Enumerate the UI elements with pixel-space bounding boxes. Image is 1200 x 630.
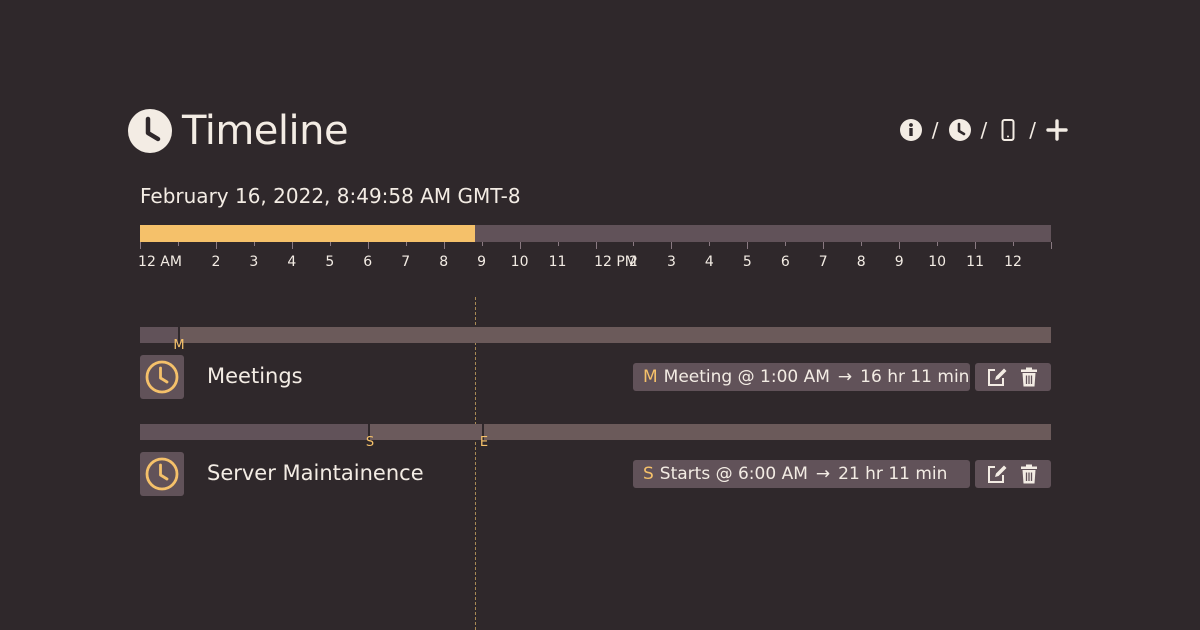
event-summary-letter: S <box>643 464 654 484</box>
hour-tick <box>215 242 217 249</box>
event-timeline-bar <box>140 327 1051 349</box>
hour-tick <box>405 242 407 246</box>
hour-label: 4 <box>704 254 714 270</box>
hour-label: 12 <box>1004 254 1022 270</box>
phone-icon[interactable] <box>997 119 1019 141</box>
toolbar-separator: / <box>1029 118 1036 142</box>
hour-tick <box>937 242 939 246</box>
hour-label: 12 AM <box>138 254 182 270</box>
hour-label: 11 <box>548 254 567 270</box>
event-marker-label: M <box>173 338 185 353</box>
clock-icon <box>145 457 179 491</box>
hour-label: 6 <box>780 254 790 270</box>
clock-icon[interactable] <box>948 119 971 141</box>
hour-tick <box>367 242 369 249</box>
hour-tick <box>1051 242 1052 249</box>
event-summary[interactable]: M Meeting @ 1:00 AM → 16 hr 11 min <box>633 363 970 391</box>
edit-icon[interactable] <box>986 463 1008 485</box>
clock-icon <box>128 109 172 153</box>
event-marker-label: S <box>365 435 375 450</box>
event-active-segment <box>369 424 483 440</box>
hour-label: 6 <box>363 254 373 270</box>
event-duration: 16 hr 11 min <box>860 367 970 387</box>
hour-label: 10 <box>510 254 529 270</box>
event-name: Meetings <box>207 364 303 388</box>
arrow-right-icon: → <box>815 464 831 484</box>
hour-label: 10 <box>928 254 947 270</box>
hour-tick <box>291 242 293 249</box>
event-actions <box>975 363 1051 391</box>
hour-tick <box>861 242 863 246</box>
hour-label: 11 <box>966 254 984 270</box>
hour-tick <box>140 242 141 249</box>
hour-tick <box>899 242 901 249</box>
hour-label: 8 <box>439 254 449 270</box>
toolbar-separator: / <box>980 118 988 142</box>
toolbar: / / / <box>899 118 1068 142</box>
hour-tick <box>253 242 255 246</box>
hour-tick <box>1013 242 1015 246</box>
event-icon <box>140 355 184 399</box>
event-actions <box>975 460 1051 488</box>
plus-icon[interactable] <box>1046 119 1068 141</box>
page-title: Timeline <box>182 108 349 154</box>
hour-tick <box>481 242 483 246</box>
hour-tick <box>709 242 711 246</box>
day-progress-bar <box>140 225 1051 242</box>
hour-tick <box>785 242 787 246</box>
event-timeline-bar <box>140 424 1051 446</box>
hour-label: 3 <box>666 254 676 270</box>
hour-label: 9 <box>894 254 904 270</box>
title-wrap: Timeline <box>128 106 349 156</box>
hour-label: 9 <box>477 254 487 270</box>
hour-tick <box>177 242 179 246</box>
hour-label: 2 <box>211 254 221 270</box>
hour-label: 8 <box>856 254 866 270</box>
event-summary-letter: M <box>643 367 658 387</box>
event-summary[interactable]: S Starts @ 6:00 AM → 21 hr 11 min <box>633 460 970 488</box>
hour-label: 2 <box>628 254 638 270</box>
hour-tick <box>557 242 559 246</box>
hour-tick <box>633 242 635 246</box>
edit-icon[interactable] <box>986 366 1008 388</box>
hour-tick <box>747 242 749 249</box>
hour-tick <box>443 242 445 249</box>
hour-label: 4 <box>287 254 297 270</box>
hour-tick <box>975 242 977 249</box>
hour-label: 5 <box>742 254 752 270</box>
hour-tick <box>519 242 521 249</box>
event-summary-text: Meeting @ 1:00 AM <box>663 367 830 387</box>
hour-label: 5 <box>325 254 335 270</box>
hour-tick <box>595 242 597 249</box>
trash-icon[interactable] <box>1018 366 1040 388</box>
event-marker-label: E <box>479 435 489 450</box>
event-duration: 21 hr 11 min <box>838 464 948 484</box>
hour-label: 7 <box>401 254 411 270</box>
hour-tick <box>329 242 331 246</box>
event-pre-segment <box>140 424 368 440</box>
trash-icon[interactable] <box>1018 463 1040 485</box>
hour-ticks <box>140 242 1052 250</box>
arrow-right-icon: → <box>837 367 853 387</box>
hour-label: 3 <box>249 254 259 270</box>
hour-label: 7 <box>818 254 828 270</box>
current-time-line <box>475 297 476 630</box>
clock-icon <box>145 360 179 394</box>
current-datetime: February 16, 2022, 8:49:58 AM GMT-8 <box>140 184 521 208</box>
event-summary-text: Starts @ 6:00 AM <box>659 464 808 484</box>
event-icon <box>140 452 184 496</box>
event-name: Server Maintainence <box>207 461 424 485</box>
hour-tick <box>823 242 825 249</box>
info-icon[interactable] <box>899 119 922 141</box>
hour-tick <box>671 242 673 249</box>
header: Timeline / / / <box>128 106 1068 156</box>
day-progress-fill <box>140 225 476 242</box>
toolbar-separator: / <box>931 118 939 142</box>
